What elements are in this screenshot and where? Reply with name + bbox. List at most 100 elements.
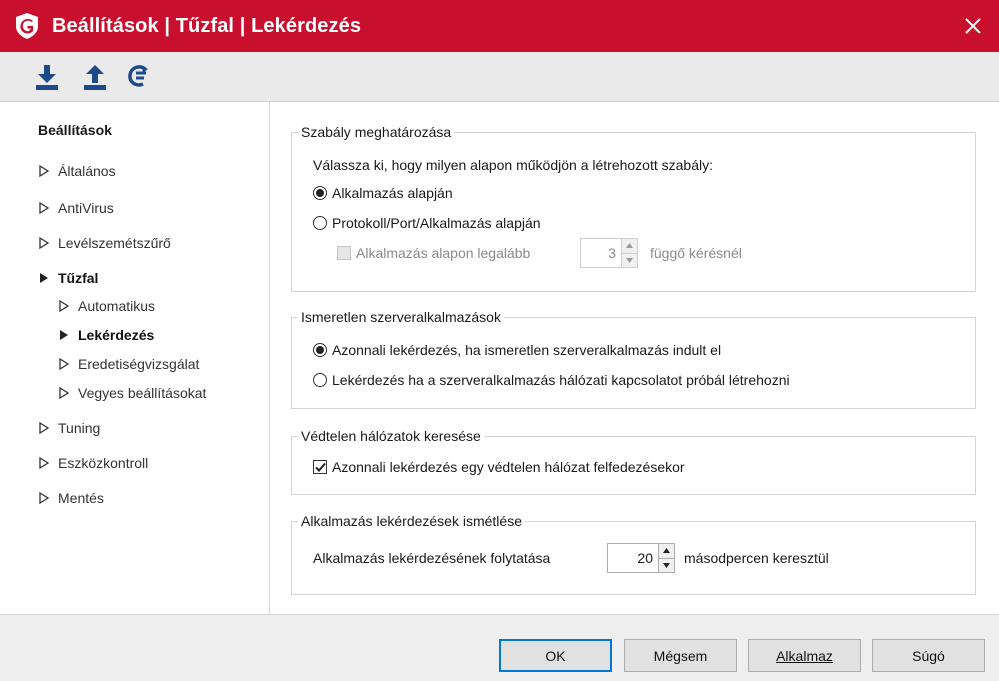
radio-selected-dot (316, 346, 324, 354)
radio-on-connect[interactable]: Lekérdezés ha a szerveralkalmazás hálóza… (313, 372, 790, 388)
radio-button[interactable] (313, 373, 327, 387)
min-pending-checkbox-row[interactable]: Alkalmazás alapon legalább (337, 245, 530, 261)
group-legend: Védtelen hálózatok keresése (298, 427, 484, 445)
group-legend: Ismeretlen szerveralkalmazások (298, 308, 504, 326)
close-button[interactable] (947, 0, 999, 52)
close-icon (965, 18, 981, 34)
rule-prompt: Válassza ki, hogy milyen alapon működjön… (313, 157, 713, 173)
radio-label: Lekérdezés ha a szerveralkalmazás hálóza… (332, 372, 790, 388)
nav-item-label: Tuning (58, 420, 101, 436)
nav-item-label: AntiVirus (58, 200, 114, 216)
group-legend: Alkalmazás lekérdezések ismétlése (298, 512, 525, 530)
expanded-triangle-icon (40, 273, 48, 283)
stepper-up-button[interactable] (659, 544, 674, 558)
checkbox-label: Azonnali lekérdezés egy védtelen hálózat… (332, 459, 685, 475)
unprotected-networks-group: Védtelen hálózatok keresése Azonnali lek… (291, 427, 976, 495)
min-pending-stepper[interactable]: 3 (580, 238, 638, 268)
stepper-arrows (658, 544, 674, 572)
stepper-value[interactable]: 3 (581, 239, 621, 267)
expand-triangle-icon (39, 164, 50, 178)
nav-item-label: Eszközkontroll (58, 455, 149, 471)
nav-item-label: Mentés (58, 490, 104, 506)
nav-item-label: Általános (58, 163, 116, 179)
stepper-up-button[interactable] (622, 239, 637, 253)
radio-app-based[interactable]: Alkalmazás alapján (313, 185, 453, 201)
nav-item-label: Vegyes beállításokat (78, 385, 207, 401)
reset-icon (128, 65, 148, 87)
nav-item-label: Lekérdezés (78, 327, 155, 343)
checkbox-label: Alkalmazás alapon legalább (356, 245, 531, 261)
nav-item-label: Tűzfal (58, 270, 99, 286)
nav-item-mentes[interactable]: Mentés (38, 487, 104, 509)
nav-item-automatikus[interactable]: Automatikus (58, 295, 155, 317)
toolbar (0, 52, 999, 102)
nav-title: Beállítások (38, 122, 112, 138)
reset-button[interactable] (125, 63, 151, 91)
radio-protocol-based[interactable]: Protokoll/Port/Alkalmazás alapján (313, 215, 541, 231)
expand-triangle-icon (39, 491, 50, 505)
rule-definition-group: Szabály meghatározása Válassza ki, hogy … (291, 123, 976, 292)
repeat-label: Alkalmazás lekérdezésének folytatása (313, 550, 551, 566)
pending-label: függő kérésnél (650, 245, 742, 261)
down-arrow-icon (626, 257, 633, 263)
export-button[interactable] (82, 63, 108, 91)
query-repeat-group: Alkalmazás lekérdezések ismétlése Alkalm… (291, 512, 976, 595)
nav-item-antivirus[interactable]: AntiVirus (38, 197, 114, 219)
radio-selected-dot (316, 189, 324, 197)
apply-label: Alkalmaz (776, 647, 833, 664)
apply-button[interactable]: Alkalmaz (748, 639, 861, 672)
nav-item-lekerdezes[interactable]: Lekérdezés (58, 324, 154, 346)
import-button[interactable] (34, 63, 60, 91)
expand-triangle-icon (39, 201, 50, 215)
expand-triangle-icon (39, 421, 50, 435)
gdata-shield-icon (16, 13, 38, 39)
settings-content: Beállítások Általános AntiVirus Levélsze… (0, 102, 999, 614)
radio-label: Alkalmazás alapján (332, 185, 453, 201)
nav-item-label: Automatikus (78, 298, 156, 314)
checkmark-icon (314, 462, 326, 472)
cancel-button[interactable]: Mégsem (624, 639, 737, 672)
settings-navigation: Beállítások Általános AntiVirus Levélsze… (0, 102, 270, 614)
radio-label: Protokoll/Port/Alkalmazás alapján (332, 215, 541, 231)
stepper-value[interactable]: 20 (608, 544, 658, 572)
dialog-footer: OK Mégsem Alkalmaz Súgó (0, 614, 999, 681)
title-bar: Beállítások | Tűzfal | Lekérdezés (0, 0, 999, 52)
nav-item-levelszemetszuro[interactable]: Levélszemétszűrő (38, 232, 171, 254)
expand-triangle-icon (39, 236, 50, 250)
nav-item-eszkozkontroll[interactable]: Eszközkontroll (38, 452, 148, 474)
nav-item-tuzfal[interactable]: Tűzfal (38, 267, 98, 289)
up-arrow-icon (663, 548, 670, 554)
radio-immediate[interactable]: Azonnali lekérdezés, ha ismeretlen szerv… (313, 342, 721, 358)
expand-triangle-icon (59, 357, 70, 371)
radio-button[interactable] (313, 186, 327, 200)
expand-triangle-icon (59, 386, 70, 400)
help-button[interactable]: Súgó (872, 639, 985, 672)
nav-item-label: Eredetiségvizsgálat (78, 356, 200, 372)
stepper-arrows (621, 239, 637, 267)
nav-item-label: Levélszemétszűrő (58, 235, 171, 251)
group-legend: Szabály meghatározása (298, 123, 455, 141)
unprotected-network-checkbox-row[interactable]: Azonnali lekérdezés egy védtelen hálózat… (313, 459, 685, 475)
repeat-seconds-stepper[interactable]: 20 (607, 543, 675, 573)
upload-icon (84, 65, 106, 90)
stepper-down-button[interactable] (659, 557, 674, 572)
repeat-unit: másodpercen keresztül (684, 550, 829, 566)
radio-button[interactable] (313, 343, 327, 357)
download-icon (36, 65, 58, 90)
nav-item-tuning[interactable]: Tuning (38, 417, 100, 439)
nav-item-eredetisegvizsgalat[interactable]: Eredetiségvizsgálat (58, 353, 199, 375)
min-pending-checkbox[interactable] (337, 246, 351, 260)
window-title: Beállítások | Tűzfal | Lekérdezés (52, 15, 362, 37)
nav-item-altalanos[interactable]: Általános (38, 160, 116, 182)
ok-button[interactable]: OK (499, 639, 612, 672)
expand-triangle-icon (39, 456, 50, 470)
down-arrow-icon (663, 562, 670, 568)
up-arrow-icon (626, 243, 633, 249)
expand-triangle-icon (59, 299, 70, 313)
radio-button[interactable] (313, 216, 327, 230)
selected-triangle-icon (60, 330, 68, 340)
unprotected-network-checkbox[interactable] (313, 460, 327, 474)
radio-label: Azonnali lekérdezés, ha ismeretlen szerv… (332, 342, 722, 358)
stepper-down-button[interactable] (622, 252, 637, 267)
nav-item-vegyes-beallitasokat[interactable]: Vegyes beállításokat (58, 382, 206, 404)
